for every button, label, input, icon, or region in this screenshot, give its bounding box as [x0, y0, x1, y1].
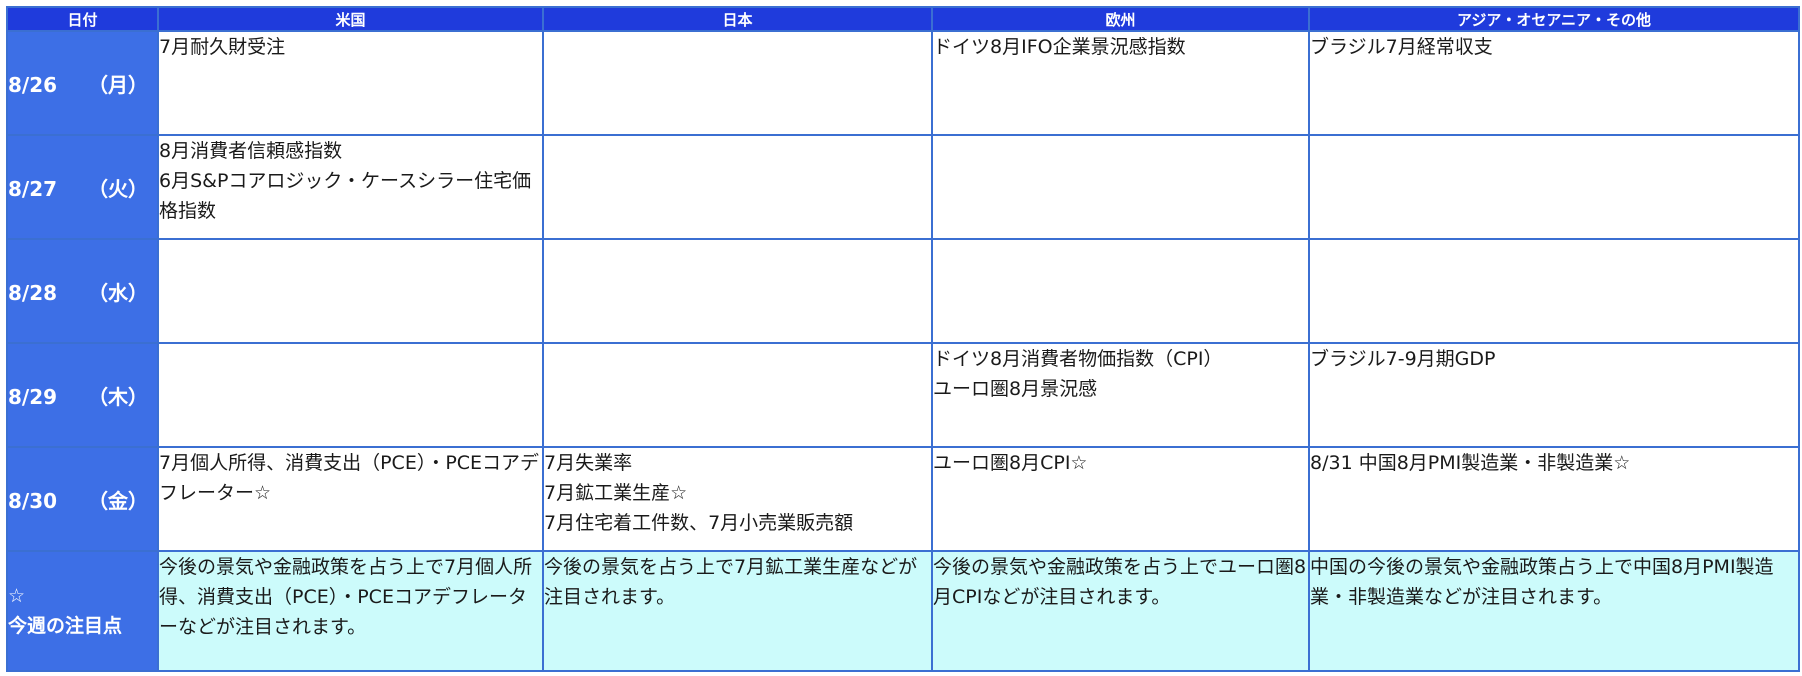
event-cell-japan [542, 29, 933, 137]
date-cell: 8/30 （金） [6, 446, 159, 553]
event-item: 7月耐久財受注 [159, 36, 286, 58]
event-cell-japan: 7月失業率 7月鉱工業生産☆ 7月住宅着工件数、7月小売業販売額 [542, 446, 933, 553]
weekday-label: （金） [88, 488, 148, 513]
header-date: 日付 [6, 6, 159, 32]
event-item: 7月失業率 [544, 452, 633, 475]
header-europe: 欧州 [931, 6, 1310, 32]
event-item: ドイツ8月消費者物価指数（CPI） [933, 348, 1223, 371]
weekday-label: （水） [88, 280, 148, 305]
star-icon: ☆ [8, 585, 26, 608]
economic-calendar-table: 日付 米国 日本 欧州 アジア・オセアニア・その他 8/26 （月） 7月耐久財受注… [6, 6, 1800, 672]
weekday-label: （月） [88, 72, 148, 97]
date-label: 8/28 [8, 280, 58, 305]
weekday-label: （火） [88, 176, 148, 201]
event-item: 7月住宅着工件数、7月小売業販売額 [544, 512, 854, 535]
date-label: 8/29 [8, 384, 58, 409]
date-cell: 8/27 （火） [6, 134, 159, 241]
event-cell-europe [931, 134, 1310, 241]
event-cell-us: 7月耐久財受注 [157, 29, 544, 137]
date-label: 8/27 [8, 176, 58, 201]
weekly-highlights-title: 今週の注目点 [8, 615, 123, 638]
day-row: 8/27 （火） 8月消費者信頼感指数 6月S&Pコアロジック・ケースシラー住宅価格指… [6, 134, 1800, 241]
event-item: 8月消費者信頼感指数 [159, 140, 343, 163]
event-item: ユーロ圏8月景況感 [933, 378, 1098, 401]
event-cell-us [157, 342, 544, 449]
event-item: 8/31 中国8月PMI製造業・非製造業☆ [1310, 452, 1631, 475]
event-cell-us: 8月消費者信頼感指数 6月S&Pコアロジック・ケースシラー住宅価格指数 [157, 134, 544, 241]
highlight-europe: 今後の景気や金融政策を占う上でユーロ圏8月CPIなどが注目されます。 [931, 550, 1310, 672]
event-cell-japan [542, 342, 933, 449]
event-item: 6月S&Pコアロジック・ケースシラー住宅価格指数 [159, 170, 532, 223]
header-asia-oceania-other: アジア・オセアニア・その他 [1308, 6, 1800, 32]
highlight-us: 今後の景気や金融政策を占う上で7月個人所得、消費支出（PCE）・PCEコアデフレ… [157, 550, 544, 672]
date-cell: 8/26 （月） [6, 29, 159, 137]
date-label: 8/26 [8, 72, 58, 97]
event-cell-japan [542, 238, 933, 345]
event-cell-asia-oceania-other: ブラジル7月経常収支 [1308, 29, 1800, 137]
calendar-body: 8/26 （月） 7月耐久財受注 ドイツ8月IFO企業景況感指数 ブラジル7月経常収支 8… [6, 29, 1800, 672]
event-item: ユーロ圏8月CPI☆ [933, 452, 1088, 475]
date-label: 8/30 [8, 488, 58, 513]
economic-calendar-sheet: 日付 米国 日本 欧州 アジア・オセアニア・その他 8/26 （月） 7月耐久財受注… [0, 0, 1802, 676]
event-item: ブラジル7月経常収支 [1310, 36, 1493, 58]
date-cell: 8/28 （水） [6, 238, 159, 345]
event-cell-us: 7月個人所得、消費支出（PCE）・PCEコアデフレーター☆ [157, 446, 544, 553]
day-row: 8/26 （月） 7月耐久財受注 ドイツ8月IFO企業景況感指数 ブラジル7月経常収支 [6, 29, 1800, 137]
weekly-highlights-label: ☆ 今週の注目点 [6, 550, 159, 672]
event-item: 7月個人所得、消費支出（PCE）・PCEコアデフレーター☆ [159, 452, 540, 505]
weekly-highlights-row: ☆ 今週の注目点 今後の景気や金融政策を占う上で7月個人所得、消費支出（PCE）… [6, 550, 1800, 672]
highlight-asia-oceania-other: 中国の今後の景気や金融政策占う上で中国8月PMI製造業・非製造業などが注目されま… [1308, 550, 1800, 672]
day-row: 8/28 （水） [6, 238, 1800, 345]
event-cell-asia-oceania-other: ブラジル7-9月期GDP [1308, 342, 1800, 449]
day-row: 8/29 （木） ドイツ8月消費者物価指数（CPI） ユーロ圏8月景況感 ブラジル7-9… [6, 342, 1800, 449]
day-row: 8/30 （金） 7月個人所得、消費支出（PCE）・PCEコアデフレーター☆ 7月失業… [6, 446, 1800, 553]
event-cell-asia-oceania-other [1308, 238, 1800, 345]
header-us: 米国 [157, 6, 544, 32]
event-item: ブラジル7-9月期GDP [1310, 348, 1496, 371]
event-cell-europe: ドイツ8月IFO企業景況感指数 [931, 29, 1310, 137]
event-cell-us [157, 238, 544, 345]
event-cell-europe: ドイツ8月消費者物価指数（CPI） ユーロ圏8月景況感 [931, 342, 1310, 449]
highlight-japan: 今後の景気を占う上で7月鉱工業生産などが注目されます。 [542, 550, 933, 672]
event-cell-japan [542, 134, 933, 241]
event-cell-asia-oceania-other [1308, 134, 1800, 241]
event-item: 7月鉱工業生産☆ [544, 482, 688, 505]
header-japan: 日本 [542, 6, 933, 32]
event-cell-europe [931, 238, 1310, 345]
header-row: 日付 米国 日本 欧州 アジア・オセアニア・その他 [6, 6, 1800, 32]
event-cell-asia-oceania-other: 8/31 中国8月PMI製造業・非製造業☆ [1308, 446, 1800, 553]
event-item: ドイツ8月IFO企業景況感指数 [933, 36, 1186, 58]
date-cell: 8/29 （木） [6, 342, 159, 449]
weekday-label: （木） [88, 384, 148, 409]
event-cell-europe: ユーロ圏8月CPI☆ [931, 446, 1310, 553]
